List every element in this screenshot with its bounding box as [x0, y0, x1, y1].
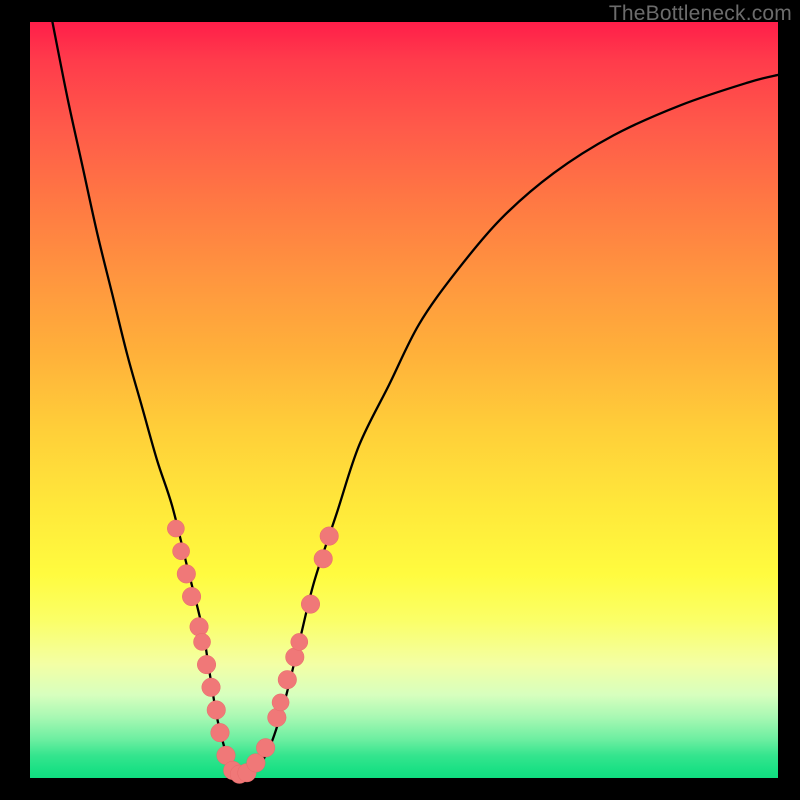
curve-marker — [301, 595, 319, 613]
curve-marker — [211, 723, 229, 741]
curve-marker — [167, 520, 184, 537]
curve-marker — [177, 565, 195, 583]
curve-marker — [268, 708, 286, 726]
curve-marker — [194, 633, 211, 650]
plot-area — [30, 22, 778, 778]
curve-marker — [173, 543, 190, 560]
curve-marker — [278, 670, 296, 688]
curve-marker — [291, 633, 308, 650]
curve-marker — [207, 701, 225, 719]
chart-svg — [30, 22, 778, 778]
curve-markers — [167, 520, 338, 783]
curve-marker — [314, 550, 332, 568]
curve-marker — [190, 618, 208, 636]
curve-marker — [320, 527, 338, 545]
curve-marker — [202, 678, 220, 696]
curve-marker — [256, 739, 274, 757]
curve-marker — [182, 587, 200, 605]
bottleneck-curve — [52, 22, 778, 774]
curve-marker — [286, 648, 304, 666]
curve-marker — [197, 655, 215, 673]
curve-marker — [272, 694, 289, 711]
chart-stage: TheBottleneck.com — [0, 0, 800, 800]
